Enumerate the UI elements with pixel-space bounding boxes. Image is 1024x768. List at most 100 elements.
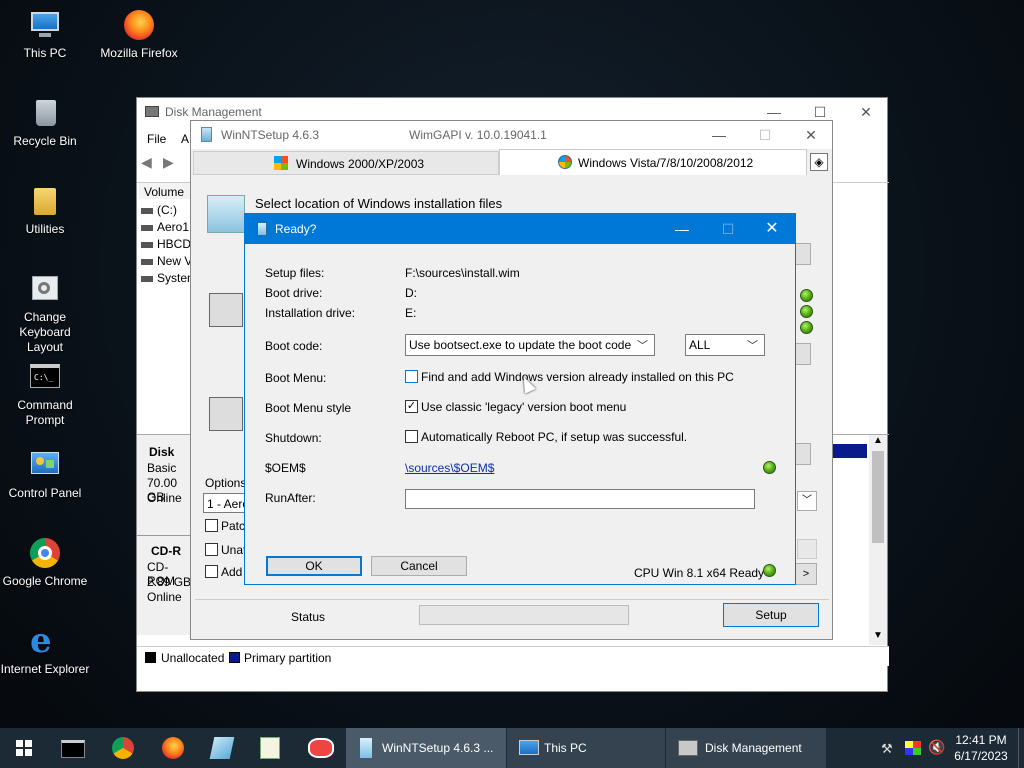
forward-arrow-icon[interactable]: ▶ (163, 154, 174, 171)
boot-style-checkbox[interactable]: ✓ (405, 400, 418, 413)
cpu-status: CPU Win 8.1 x64 Ready (634, 566, 765, 580)
minimize-icon[interactable]: — (659, 214, 705, 244)
taskbar-tool-icon[interactable] (308, 738, 334, 758)
chevron-down-icon[interactable]: ﹀ (797, 491, 817, 511)
chrome-icon (28, 536, 62, 570)
drive-settings-icon[interactable]: ◈ (810, 153, 828, 171)
disk-management-icon (678, 740, 698, 756)
disk-labels-pane: Disk Basic 70.00 GB Online CD-R CD-ROM 2… (137, 435, 193, 635)
more-button[interactable]: > (795, 563, 817, 585)
desktop-icon-firefox[interactable]: Mozilla Firefox (94, 8, 184, 61)
disk-management-title: Disk Management (165, 105, 262, 119)
windows-vista-orb-icon (558, 155, 572, 169)
volume-list: (C:) Aero1 HBCD New V System (141, 202, 197, 287)
display-icon[interactable] (905, 741, 921, 755)
taskbar-winntsetup-pinned-icon[interactable] (209, 737, 235, 759)
desktop-icon-recycle-bin[interactable]: Recycle Bin (0, 96, 90, 149)
boot-code-label: Boot code: (265, 339, 323, 353)
taskbar-item-this-pc[interactable]: This PC (507, 728, 665, 768)
legend-unallocated: Unallocated (161, 651, 225, 665)
setup-files-label: Setup files: (265, 266, 325, 280)
status-led (800, 321, 813, 334)
oem-link[interactable]: \sources\$OEM$ (405, 461, 494, 475)
show-desktop-button[interactable] (1018, 728, 1024, 768)
close-icon[interactable]: ✕ (843, 98, 889, 126)
disk0-status: Online (147, 491, 182, 505)
clock-date: 6/17/2023 (954, 749, 1008, 763)
menu-file[interactable]: File (147, 132, 166, 146)
taskbar-cmd-icon[interactable] (61, 740, 85, 758)
boot-drive-value: D: (405, 286, 417, 300)
clock-time: 12:41 PM (955, 733, 1007, 747)
windows-xp-flag-icon (274, 156, 288, 170)
add-checkbox[interactable] (205, 565, 218, 578)
volume-row[interactable]: System (141, 270, 197, 287)
minimize-icon[interactable]: — (696, 121, 742, 149)
start-button[interactable] (0, 728, 48, 768)
winntsetup-icon (201, 127, 212, 142)
desktop-icon-utilities[interactable]: Utilities (0, 184, 90, 237)
taskbar-notepad-icon[interactable] (260, 737, 280, 759)
taskbar-chrome-icon[interactable] (112, 737, 134, 759)
cancel-button[interactable]: Cancel (371, 556, 467, 576)
maximize-icon[interactable]: ☐ (742, 121, 788, 149)
disk0-type: Basic (147, 461, 177, 475)
progress-bar (419, 605, 629, 625)
column-header-volume[interactable]: Volume (139, 183, 191, 199)
boot-drive-label: Boot drive: (265, 286, 323, 300)
volume-row[interactable]: New V (141, 253, 197, 270)
desktop-icon-control-panel[interactable]: Control Panel (0, 448, 90, 501)
volume-muted-icon[interactable]: 🔇 (928, 739, 945, 756)
scrollbar[interactable]: ▲ ▼ (869, 435, 887, 645)
computer-icon (28, 8, 62, 42)
close-icon[interactable]: ✕ (788, 121, 834, 149)
setup-button[interactable]: Setup (723, 603, 819, 627)
legend-unallocated-swatch (145, 652, 156, 663)
taskbar-item-winntsetup[interactable]: WinNTSetup 4.6.3 ... (346, 728, 506, 768)
floppy-icon (209, 293, 243, 327)
firefox-icon (122, 8, 156, 42)
tab-windows-xp[interactable]: Windows 2000/XP/2003 (193, 151, 499, 175)
unattend-checkbox[interactable] (205, 543, 218, 556)
disabled-select (797, 539, 817, 559)
legend-primary-swatch (229, 652, 240, 663)
volume-row[interactable]: (C:) (141, 202, 197, 219)
status-label: Status (291, 610, 326, 624)
back-arrow-icon[interactable]: ◀ (141, 154, 152, 171)
network-tools-icon[interactable]: ⚒ (881, 741, 893, 757)
desktop-icon-command-prompt[interactable]: C:\_ Command Prompt (0, 360, 90, 428)
shutdown-checkbox[interactable] (405, 430, 418, 443)
volume-row[interactable]: Aero1 (141, 219, 197, 236)
desktop-icon-chrome[interactable]: Google Chrome (0, 536, 90, 589)
desktop-icon-keyboard-layout[interactable]: Change Keyboard Layout (0, 272, 90, 355)
ok-button[interactable]: OK (266, 556, 362, 576)
taskbar-item-disk-management[interactable]: Disk Management (666, 728, 826, 768)
taskbar-firefox-icon[interactable] (162, 737, 184, 759)
status-led (800, 305, 813, 318)
command-prompt-icon: C:\_ (28, 360, 62, 394)
tab-windows-vista[interactable]: Windows Vista/7/8/10/2008/2012 (499, 149, 807, 175)
maximize-icon[interactable]: ☐ (705, 214, 751, 244)
wimgapi-version: WimGAPI v. 10.0.19041.1 (409, 128, 547, 142)
keyboard-settings-icon (28, 272, 62, 306)
boot-target-select[interactable]: ALL ﹀ (685, 334, 765, 356)
shutdown-label: Shutdown: (265, 431, 322, 445)
folder-icon (28, 184, 62, 218)
menu-action[interactable]: A (181, 132, 189, 146)
partition-bar[interactable] (833, 444, 867, 458)
patch-checkbox[interactable] (205, 519, 218, 532)
volume-row[interactable]: HBCD (141, 236, 197, 253)
cdrom-size: 2.89 GB (147, 575, 192, 589)
desktop-icon-internet-explorer[interactable]: e Internet Explorer (0, 624, 90, 677)
runafter-input[interactable] (405, 489, 755, 509)
clock[interactable]: 12:41 PM 6/17/2023 (950, 732, 1012, 764)
desktop-icon-this-pc[interactable]: This PC (0, 8, 90, 61)
boot-menu-checkbox[interactable] (405, 370, 418, 383)
close-icon[interactable]: ✕ (749, 214, 795, 244)
legend-bar: Unallocated Primary partition (137, 646, 889, 666)
winntsetup-icon (360, 738, 372, 758)
boot-style-option: Use classic 'legacy' version boot menu (421, 400, 627, 414)
recycle-bin-icon (28, 96, 62, 130)
shutdown-option: Automatically Reboot PC, if setup was su… (421, 430, 688, 444)
boot-code-select[interactable]: Use bootsect.exe to update the boot code… (405, 334, 655, 356)
